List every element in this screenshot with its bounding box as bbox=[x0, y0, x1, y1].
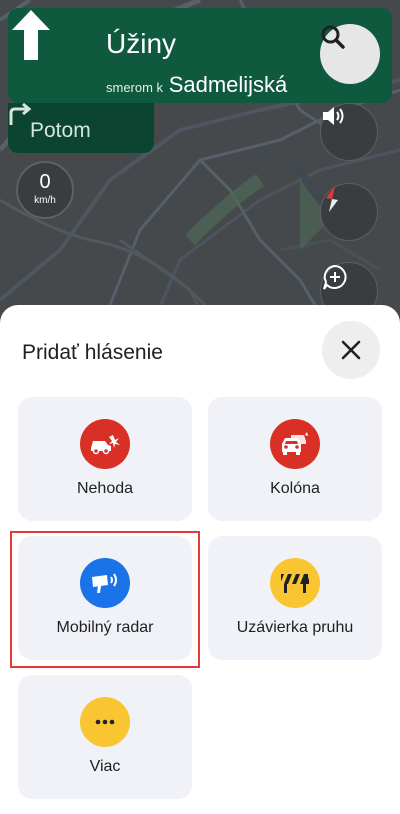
toward-prefix: smerom k bbox=[106, 80, 164, 95]
option-label: Uzávierka pruhu bbox=[236, 619, 354, 636]
search-button[interactable] bbox=[320, 24, 380, 84]
next-maneuver[interactable]: Potom bbox=[8, 103, 154, 153]
straight-arrow-icon bbox=[12, 10, 50, 60]
report-option-lane-closure[interactable]: Uzávierka pruhu bbox=[208, 536, 382, 660]
add-report-icon bbox=[323, 264, 347, 290]
toward-direction: smerom k Sadmelijská bbox=[106, 72, 287, 98]
lane-closure-icon bbox=[270, 558, 320, 608]
report-option-speed-camera[interactable]: Mobilný radar bbox=[18, 536, 192, 660]
option-label: Kolóna bbox=[270, 480, 320, 497]
compass-icon bbox=[326, 186, 338, 212]
option-label: Nehoda bbox=[76, 480, 134, 497]
report-sheet: Pridať hlásenie Nehoda Kolóna Mobilný ra… bbox=[0, 305, 400, 814]
crash-icon bbox=[80, 419, 130, 469]
compass-button[interactable] bbox=[320, 183, 378, 241]
option-label: Mobilný radar bbox=[56, 619, 154, 636]
toward-street: Sadmelijská bbox=[168, 72, 288, 97]
speed-camera-icon bbox=[80, 558, 130, 608]
report-option-crash[interactable]: Nehoda bbox=[18, 397, 192, 521]
then-label: Potom bbox=[30, 119, 91, 142]
report-option-traffic-jam[interactable]: Kolóna bbox=[208, 397, 382, 521]
report-option-more[interactable]: Viac bbox=[18, 675, 192, 799]
traffic-jam-icon bbox=[270, 419, 320, 469]
more-icon bbox=[80, 697, 130, 747]
speed-unit: km/h bbox=[34, 195, 56, 206]
search-icon bbox=[321, 25, 345, 49]
current-street: Úžiny bbox=[106, 28, 177, 59]
close-button[interactable] bbox=[322, 321, 380, 379]
sheet-title: Pridať hlásenie bbox=[22, 341, 163, 364]
volume-button[interactable] bbox=[320, 103, 378, 161]
map-view[interactable]: Úžiny smerom k Sadmelijská Potom 0 km/h bbox=[0, 0, 400, 330]
option-label: Viac bbox=[89, 758, 121, 775]
turn-right-icon bbox=[9, 103, 32, 125]
speedometer: 0 km/h bbox=[16, 161, 74, 219]
speed-value: 0 bbox=[39, 171, 51, 193]
close-icon bbox=[341, 340, 361, 360]
volume-icon bbox=[323, 107, 344, 125]
